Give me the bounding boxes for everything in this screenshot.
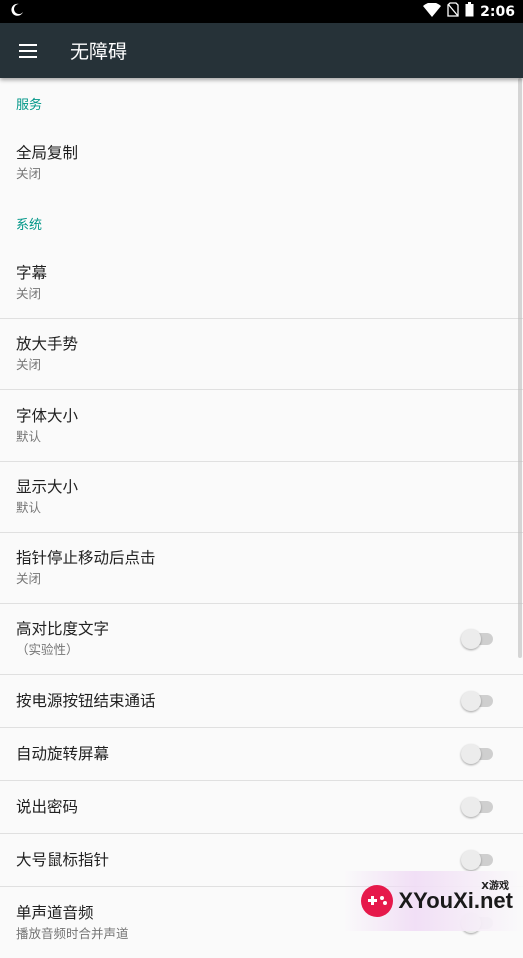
status-bar: 2:06 <box>0 0 523 23</box>
status-time: 2:06 <box>480 3 515 20</box>
setting-summary: 关闭 <box>16 166 42 181</box>
high-contrast-toggle[interactable] <box>461 629 495 649</box>
speak-passwords-toggle[interactable] <box>461 797 495 817</box>
large-pointer-toggle[interactable] <box>461 850 495 870</box>
setting-global-copy[interactable]: 全局复制 关闭 <box>0 128 523 198</box>
setting-summary: 播放音频时合并声道 <box>16 925 129 941</box>
moon-icon <box>10 2 24 21</box>
setting-summary: （实验性） <box>16 642 79 657</box>
setting-title: 字体大小 <box>16 406 79 425</box>
settings-list[interactable]: 服务 全局复制 关闭 系统 字幕 关闭 放大手势 关闭 字体大小 默认 显示大小… <box>0 78 523 958</box>
setting-power-ends-call[interactable]: 按电源按钮结束通话 <box>0 675 523 728</box>
setting-summary: 默认 <box>16 428 42 444</box>
setting-title: 放大手势 <box>16 335 79 353</box>
site-watermark: XYouXi.net X游戏 <box>343 871 523 931</box>
scrollbar[interactable] <box>518 78 522 658</box>
setting-auto-rotate[interactable]: 自动旋转屏幕 <box>0 728 523 781</box>
setting-title: 高对比度文字 <box>16 620 110 638</box>
setting-summary: 默认 <box>16 500 42 515</box>
setting-title: 指针停止移动后点击 <box>16 549 156 567</box>
setting-title: 字幕 <box>16 264 48 282</box>
setting-high-contrast-text[interactable]: 高对比度文字 （实验性） <box>0 604 523 675</box>
power-ends-call-toggle[interactable] <box>461 691 495 711</box>
setting-summary: 关闭 <box>16 571 42 586</box>
page-title: 无障碍 <box>70 41 128 63</box>
wifi-icon <box>423 2 442 21</box>
gamepad-logo-icon <box>360 885 393 917</box>
category-services: 服务 <box>16 97 43 113</box>
setting-title: 大号鼠标指针 <box>16 851 110 869</box>
setting-title: 自动旋转屏幕 <box>16 745 110 763</box>
setting-title: 显示大小 <box>16 478 79 496</box>
setting-title: 全局复制 <box>16 144 79 162</box>
watermark-sub: X游戏 <box>481 881 509 892</box>
setting-dwell-click[interactable]: 指针停止移动后点击 关闭 <box>0 533 523 604</box>
battery-icon <box>465 2 474 21</box>
setting-summary: 关闭 <box>16 357 42 372</box>
setting-title: 单声道音频 <box>16 903 94 922</box>
setting-captions[interactable]: 字幕 关闭 <box>0 248 523 319</box>
setting-speak-passwords[interactable]: 说出密码 <box>0 781 523 834</box>
setting-title: 按电源按钮结束通话 <box>16 692 156 710</box>
setting-magnification[interactable]: 放大手势 关闭 <box>0 319 523 390</box>
setting-title: 说出密码 <box>16 798 79 816</box>
no-sim-icon <box>447 2 459 21</box>
setting-font-size[interactable]: 字体大小 默认 <box>0 390 523 462</box>
app-toolbar: 无障碍 <box>0 23 523 78</box>
auto-rotate-toggle[interactable] <box>461 744 495 764</box>
setting-display-size[interactable]: 显示大小 默认 <box>0 462 523 533</box>
hamburger-menu-icon[interactable] <box>0 23 56 78</box>
status-icons: 2:06 <box>423 2 515 21</box>
category-system: 系统 <box>16 217 43 233</box>
setting-summary: 关闭 <box>16 286 42 301</box>
